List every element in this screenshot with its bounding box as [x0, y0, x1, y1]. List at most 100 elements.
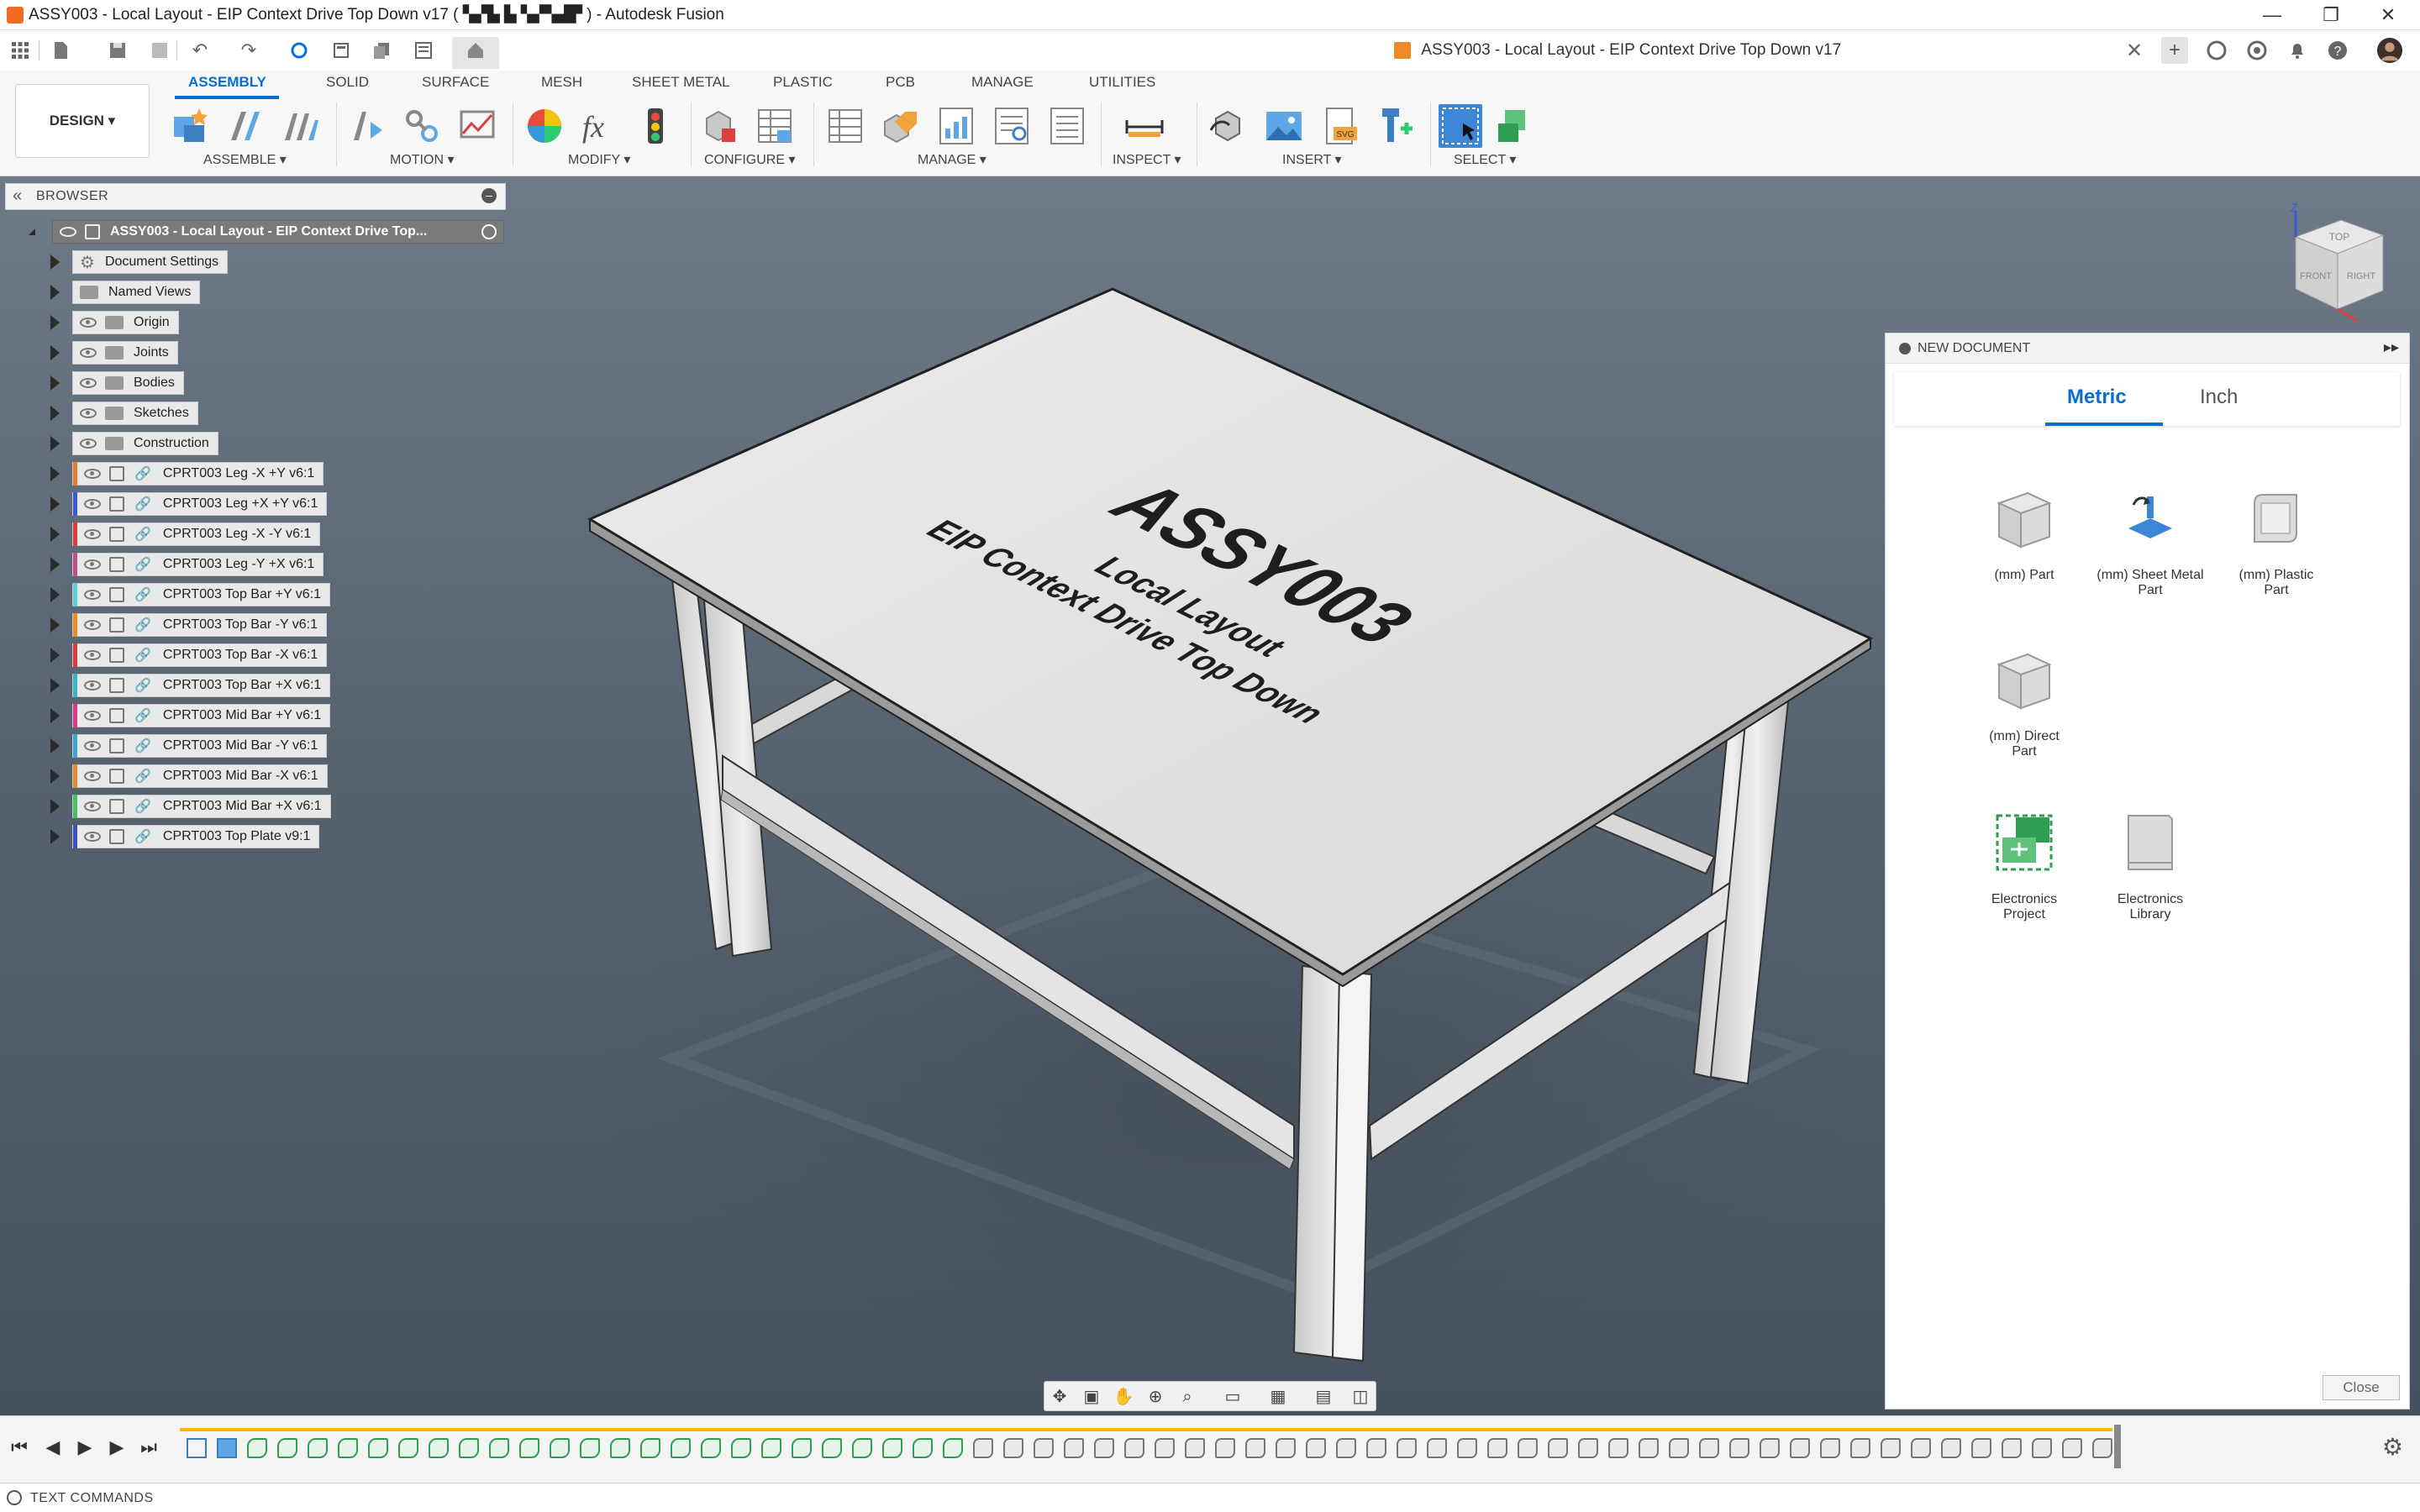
timeline-feature-icon[interactable]: [2062, 1438, 2082, 1458]
timeline-track[interactable]: [180, 1428, 2112, 1467]
undo-icon[interactable]: ↶: [188, 39, 212, 62]
insert-svg-icon[interactable]: SVG: [1318, 104, 1361, 148]
visibility-eye-icon[interactable]: [84, 529, 101, 539]
zoom-window-icon[interactable]: ⊕: [1144, 1385, 1167, 1409]
timeline-feature-icon[interactable]: [338, 1438, 358, 1458]
timeline-feature-icon[interactable]: [459, 1438, 479, 1458]
visibility-eye-icon[interactable]: [80, 318, 97, 328]
timeline-feature-icon[interactable]: [1366, 1438, 1386, 1458]
mm-plastic-item[interactable]: (mm) Plastic Part: [2213, 485, 2339, 598]
notifications-icon[interactable]: [2284, 37, 2311, 64]
tab-manage[interactable]: MANAGE: [971, 74, 1034, 91]
assemble-group-label[interactable]: ASSEMBLE ▾: [203, 151, 287, 168]
list-icon[interactable]: [412, 39, 435, 62]
timeline-feature-icon[interactable]: [1881, 1438, 1901, 1458]
expand-arrow-icon[interactable]: [50, 345, 60, 360]
timeline-feature-icon[interactable]: [1760, 1438, 1780, 1458]
job-status-icon[interactable]: [2244, 37, 2270, 64]
select-group-label[interactable]: SELECT ▾: [1454, 151, 1516, 168]
visibility-eye-icon[interactable]: [80, 348, 97, 358]
timeline-feature-icon[interactable]: [1941, 1438, 1961, 1458]
manage-group-label[interactable]: MANAGE ▾: [918, 151, 986, 168]
tab-solid[interactable]: SOLID: [326, 74, 369, 91]
timeline-feature-icon[interactable]: [1911, 1438, 1931, 1458]
minimize-button[interactable]: —: [2244, 0, 2301, 30]
timeline-feature-icon[interactable]: [2032, 1438, 2052, 1458]
timeline-feature-icon[interactable]: [701, 1438, 721, 1458]
pan-icon[interactable]: ✋: [1112, 1385, 1135, 1409]
redo-icon[interactable]: ↷: [237, 39, 260, 62]
electronics-library-item[interactable]: Electronics Library: [2087, 809, 2213, 922]
timeline-feature-icon[interactable]: [580, 1438, 600, 1458]
timeline-feature-icon[interactable]: [1548, 1438, 1568, 1458]
electronics-project-item[interactable]: Electronics Project: [1961, 809, 2087, 922]
visibility-eye-icon[interactable]: [84, 650, 101, 660]
new-component-icon[interactable]: [168, 104, 212, 148]
timeline-play-icon[interactable]: ▶: [72, 1435, 97, 1460]
timeline-feature-icon[interactable]: [1729, 1438, 1749, 1458]
bom-icon[interactable]: [823, 104, 867, 148]
mm-direct-item[interactable]: (mm) Direct Part: [1961, 646, 2087, 759]
expand-arrow-icon[interactable]: [50, 255, 60, 270]
timeline-feature-icon[interactable]: [1639, 1438, 1659, 1458]
part-number-icon[interactable]: [879, 104, 923, 148]
timeline-feature-icon[interactable]: [1427, 1438, 1447, 1458]
drive-joints-icon[interactable]: [345, 104, 388, 148]
timeline-settings-icon[interactable]: ⚙: [2382, 1433, 2403, 1461]
zoom-icon[interactable]: ⌕: [1176, 1385, 1199, 1409]
visibility-eye-icon[interactable]: [84, 559, 101, 570]
document-properties-icon[interactable]: [1045, 104, 1089, 148]
timeline-end-icon[interactable]: ⏭: [136, 1435, 161, 1460]
timeline-feature-icon[interactable]: [217, 1438, 237, 1458]
collapse-browser-icon[interactable]: «: [13, 186, 22, 206]
timeline-feature-icon[interactable]: [1034, 1438, 1054, 1458]
compute-all-icon[interactable]: [634, 104, 677, 148]
copy-icon[interactable]: [370, 39, 393, 62]
timeline-feature-icon[interactable]: [308, 1438, 328, 1458]
expand-arrow-icon[interactable]: [50, 587, 60, 602]
motion-study-icon[interactable]: [455, 104, 499, 148]
insert-group-label[interactable]: INSERT ▾: [1282, 151, 1342, 168]
tab-assembly[interactable]: ASSEMBLY: [188, 74, 266, 91]
motion-group-label[interactable]: MOTION ▾: [390, 151, 454, 168]
tab-plastic[interactable]: PLASTIC: [773, 74, 833, 91]
visibility-eye-icon[interactable]: [84, 771, 101, 781]
timeline-feature-icon[interactable]: [1245, 1438, 1265, 1458]
select-icon[interactable]: [1439, 104, 1482, 148]
timeline-feature-icon[interactable]: [2092, 1438, 2112, 1458]
timeline-feature-icon[interactable]: [792, 1438, 812, 1458]
timeline-start-icon[interactable]: ⏮: [7, 1435, 32, 1460]
tab-sheet-metal[interactable]: SHEET METAL: [632, 74, 730, 91]
expand-arrow-icon[interactable]: [50, 678, 60, 693]
tab-inch[interactable]: Inch: [2200, 386, 2238, 409]
timeline-feature-icon[interactable]: [277, 1438, 297, 1458]
timeline-feature-icon[interactable]: [1397, 1438, 1417, 1458]
visibility-eye-icon[interactable]: [80, 378, 97, 388]
timeline-feature-icon[interactable]: [1124, 1438, 1144, 1458]
environment-icon[interactable]: ◫: [1349, 1385, 1372, 1409]
view-cube[interactable]: Z TOP FRONT RIGHT: [2282, 201, 2400, 328]
viewcube-top[interactable]: TOP: [2329, 231, 2349, 243]
modify-group-label[interactable]: MODIFY ▾: [568, 151, 630, 168]
timeline-feature-icon[interactable]: [761, 1438, 781, 1458]
timeline-feature-icon[interactable]: [398, 1438, 418, 1458]
timeline-previous-icon[interactable]: ◀: [40, 1435, 66, 1460]
visibility-eye-icon[interactable]: [84, 741, 101, 751]
visibility-eye-icon[interactable]: [84, 499, 101, 509]
help-icon[interactable]: ?: [2324, 37, 2351, 64]
timeline-feature-icon[interactable]: [1669, 1438, 1689, 1458]
timeline-feature-icon[interactable]: [973, 1438, 993, 1458]
expand-arrow-icon[interactable]: [50, 375, 60, 391]
mm-sheet-metal-item[interactable]: (mm) Sheet Metal Part: [2087, 485, 2213, 598]
timeline-feature-icon[interactable]: [1608, 1438, 1628, 1458]
report-chart-icon[interactable]: [934, 104, 978, 148]
timeline-feature-icon[interactable]: [943, 1438, 963, 1458]
timeline-feature-icon[interactable]: [1094, 1438, 1114, 1458]
text-commands-bar[interactable]: TEXT COMMANDS: [0, 1483, 2420, 1512]
timeline-feature-icon[interactable]: [1215, 1438, 1235, 1458]
timeline-feature-icon[interactable]: [519, 1438, 539, 1458]
inspect-group-label[interactable]: INSPECT ▾: [1113, 151, 1181, 168]
timeline-feature-icon[interactable]: [640, 1438, 660, 1458]
timeline-feature-icon[interactable]: [882, 1438, 902, 1458]
expand-arrow-icon[interactable]: [50, 466, 60, 481]
